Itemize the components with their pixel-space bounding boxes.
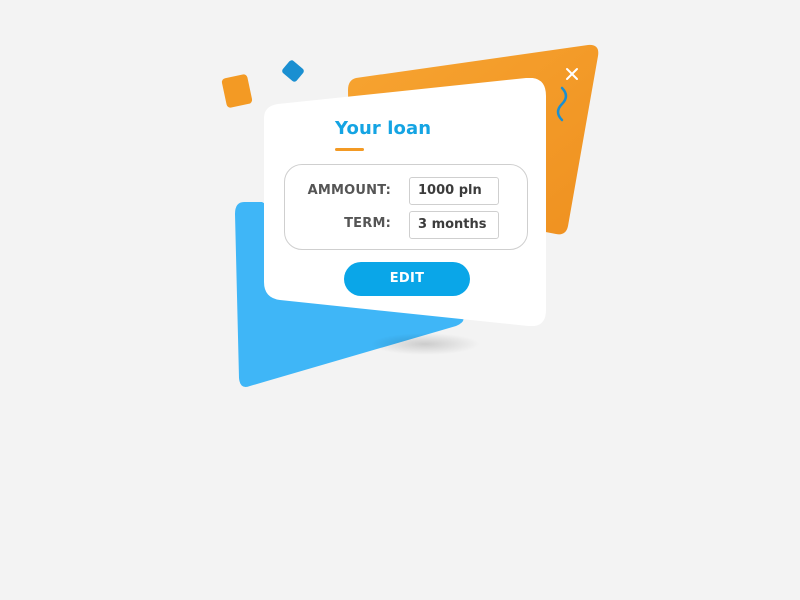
close-button[interactable]	[562, 64, 582, 84]
card-title: Your loan	[335, 118, 432, 139]
loan-details-box: AMMOUNT: 1000 pln TERM: 3 months	[284, 164, 528, 250]
card-shadow	[370, 333, 480, 355]
amount-value: 1000 pln	[409, 177, 499, 205]
amount-label: AMMOUNT:	[307, 183, 391, 198]
title-underline	[335, 148, 364, 151]
loan-card: Your loan AMMOUNT: 1000 pln TERM: 3 mont…	[264, 78, 546, 326]
term-label: TERM:	[344, 216, 391, 231]
term-value: 3 months	[409, 211, 499, 239]
small-orange-square	[221, 74, 253, 108]
close-icon	[566, 68, 578, 80]
loan-popup-stage: Your loan AMMOUNT: 1000 pln TERM: 3 mont…	[0, 0, 800, 600]
edit-button[interactable]: EDIT	[344, 262, 470, 296]
